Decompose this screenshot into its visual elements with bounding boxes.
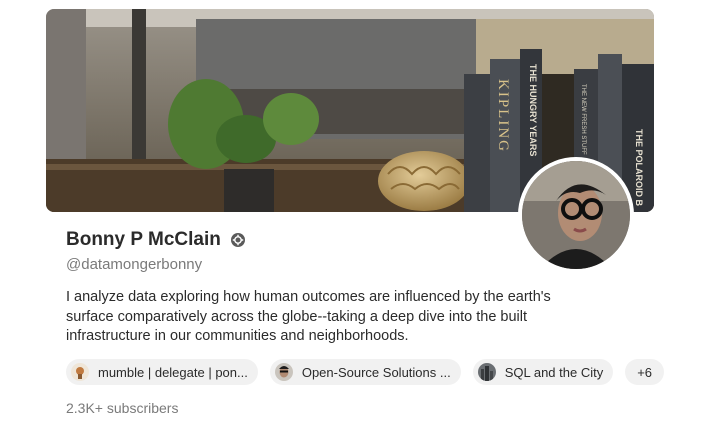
- publication-chip-sql-city[interactable]: SQL and the City: [472, 359, 614, 385]
- profile-handle: @datamongerbonny: [66, 256, 203, 273]
- profile-bio: I analyze data exploring how human outco…: [66, 289, 551, 344]
- avatar-portrait: [522, 161, 630, 269]
- book-kipling-title: KIPLING: [495, 79, 511, 153]
- book-hungry-years-title: THE HUNGRY YEARS: [528, 64, 538, 156]
- publication-chip-label: Open-Source Solutions ...: [301, 364, 451, 380]
- more-publications-button[interactable]: +6: [625, 359, 665, 385]
- publication-chip-open-source[interactable]: Open-Source Solutions ...: [269, 359, 461, 385]
- badge-icon: [230, 232, 246, 248]
- mumble-logo-icon: [71, 363, 89, 381]
- publication-chip-label: SQL and the City: [504, 364, 604, 380]
- name-row: Bonny P McClain: [66, 229, 246, 251]
- publication-chips: mumble | delegate | pon... Open-Source S…: [66, 359, 676, 385]
- profile-avatar[interactable]: [518, 157, 634, 273]
- open-source-solutions-avatar-icon: [274, 363, 293, 381]
- subscriber-count: 2.3K+ subscribers: [66, 400, 179, 416]
- publication-chip-label: mumble | delegate | pon...: [98, 364, 248, 380]
- book-polaroid-title: THE POLAROID B: [634, 129, 644, 207]
- profile-name: Bonny P McClain: [66, 229, 221, 250]
- sql-and-the-city-logo-icon: [477, 363, 496, 381]
- book-new-fresh-title: THE NEW FRESH STUFF: [580, 84, 586, 155]
- publication-chip-mumble[interactable]: mumble | delegate | pon...: [66, 359, 258, 385]
